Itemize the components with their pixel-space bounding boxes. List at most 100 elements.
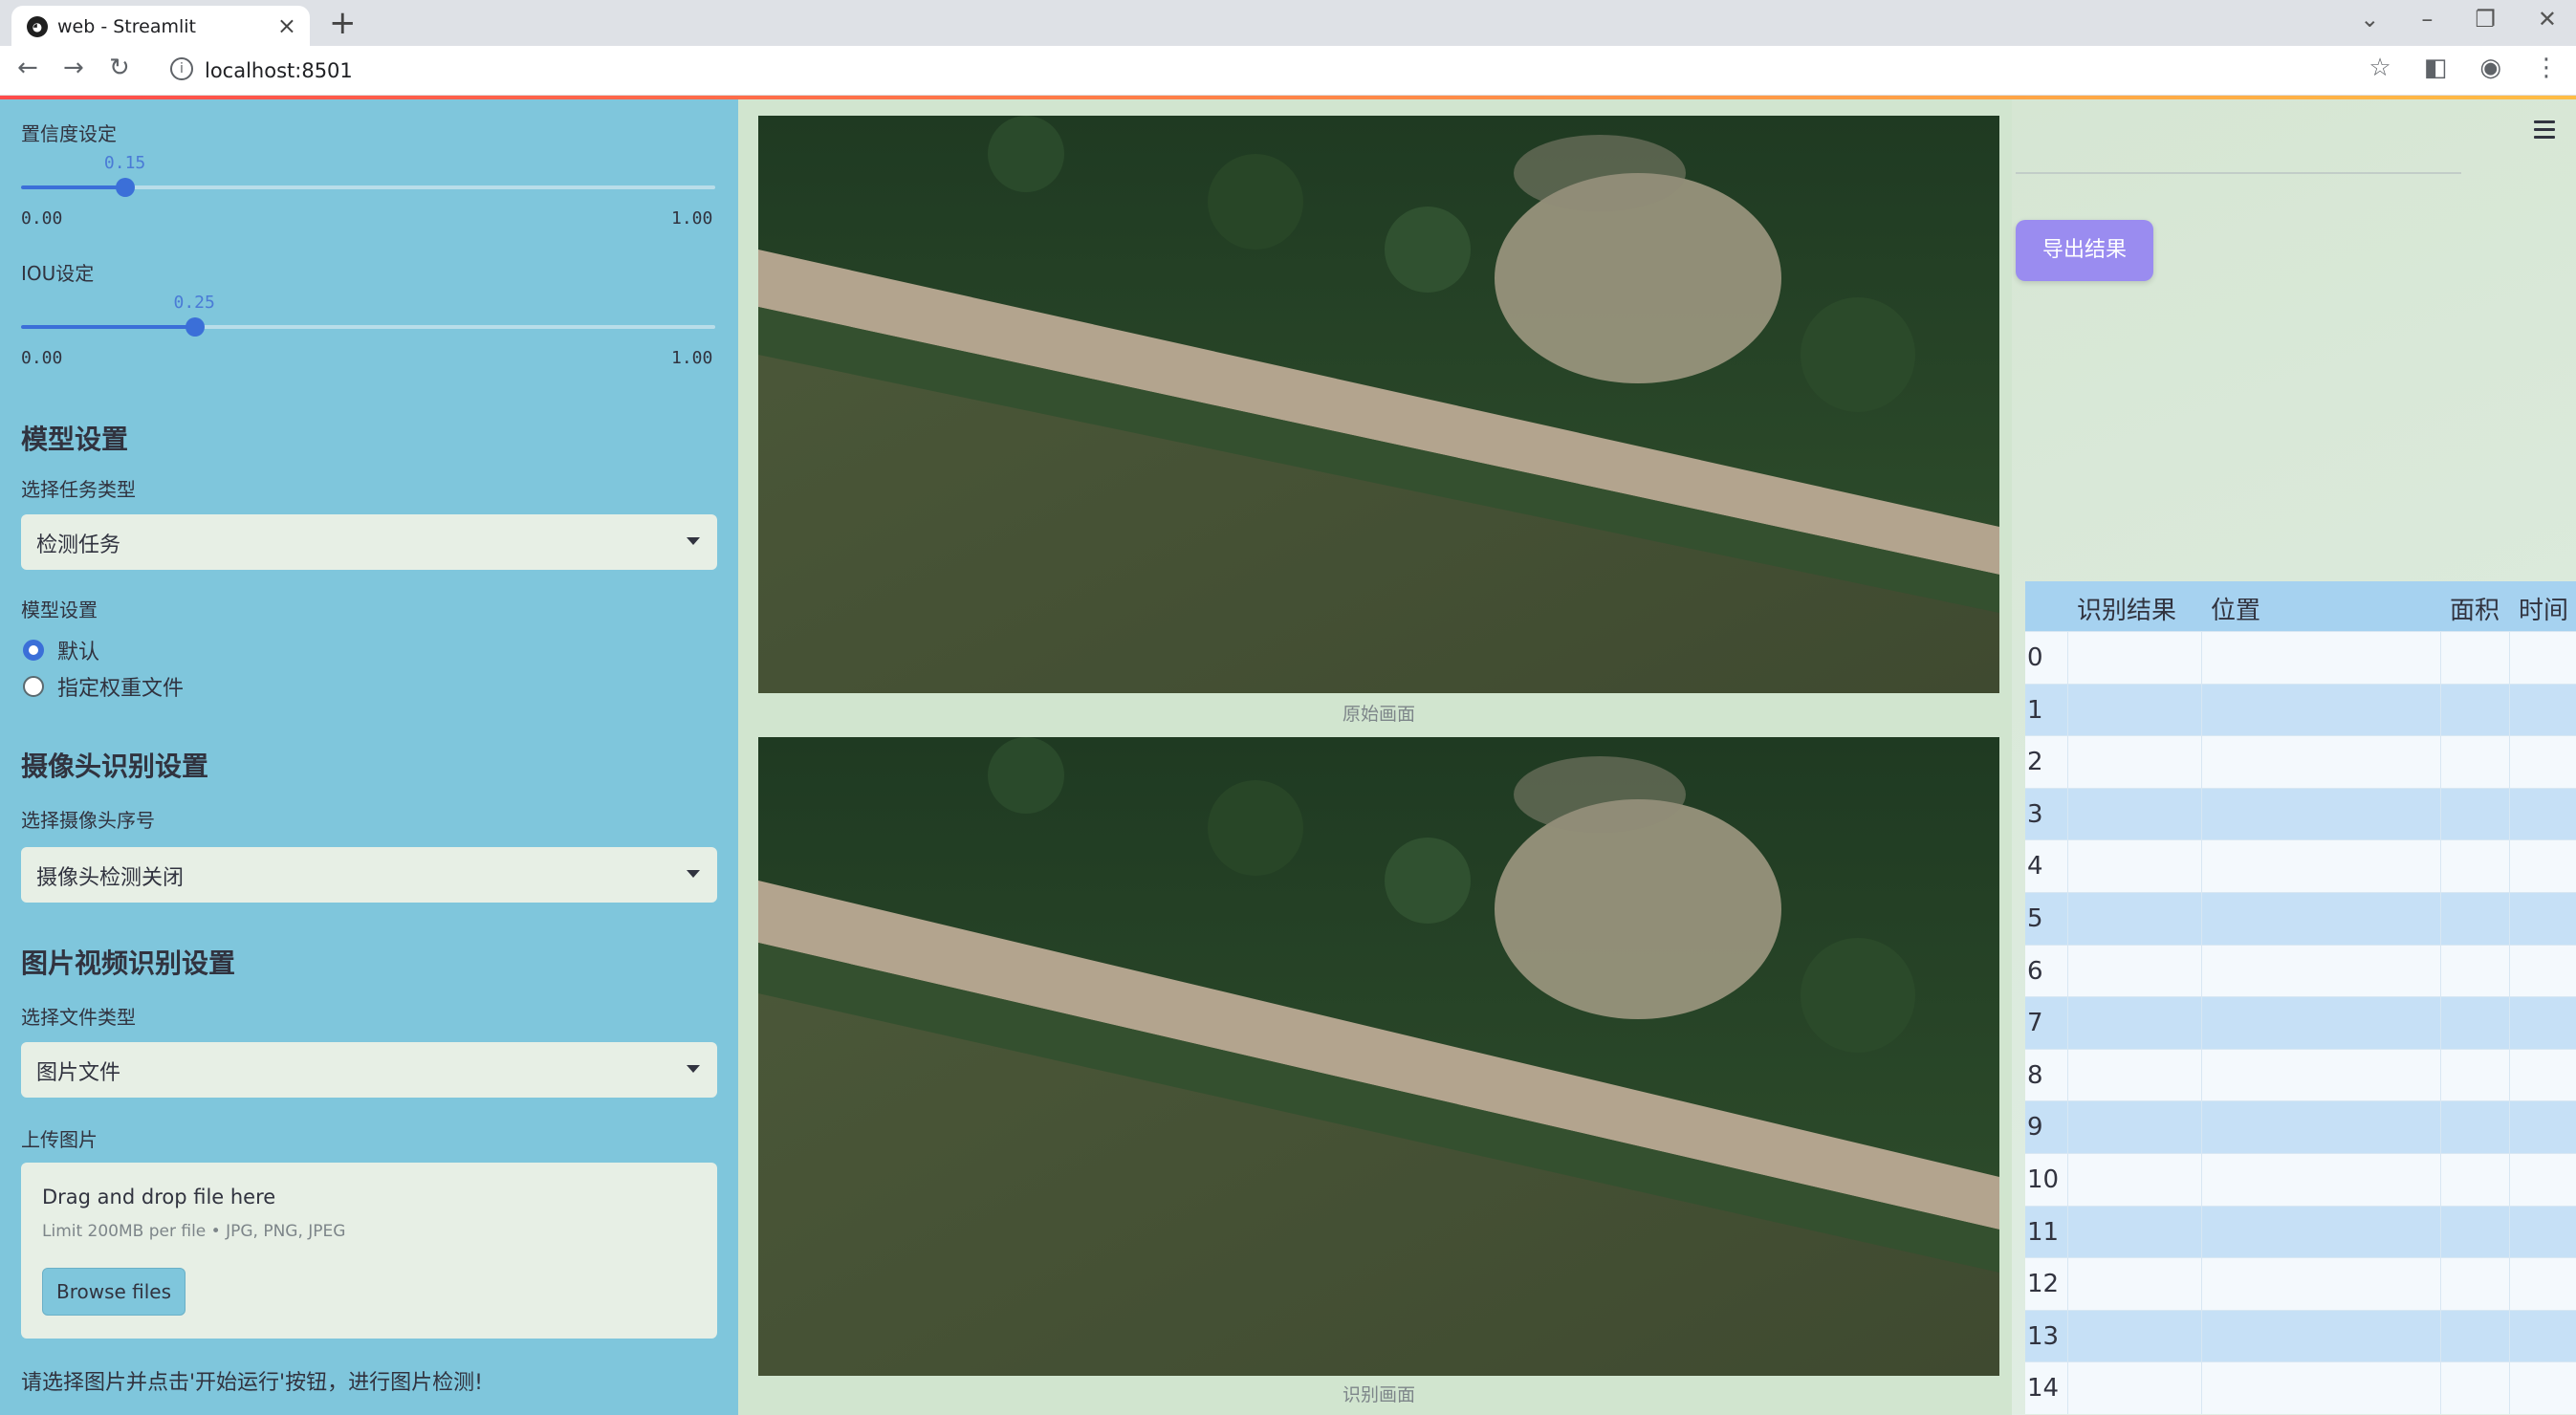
back-icon[interactable]: ← [17,54,38,82]
reload-icon[interactable]: ↻ [109,54,130,82]
radio-custom-weights[interactable]: 指定权重文件 [23,671,184,702]
column-divider [2509,1206,2510,1258]
column-divider [2440,840,2441,892]
column-divider [2509,1362,2510,1414]
minimize-icon[interactable]: – [2421,6,2433,33]
header-area[interactable]: 面积 [2450,591,2500,626]
column-divider [2509,1258,2510,1310]
table-row[interactable]: 12 [2025,1257,2576,1310]
column-divider [2509,1153,2510,1206]
iou-max: 1.00 [671,348,713,368]
header-result[interactable]: 识别结果 [2077,591,2176,626]
table-row[interactable]: 5 [2025,891,2576,945]
row-index: 7 [2027,1009,2043,1038]
restore-icon[interactable]: ❐ [2475,6,2496,33]
bookmark-star-icon[interactable]: ☆ [2369,54,2390,82]
window-controls: ⌄ – ❐ ✕ [2360,6,2557,33]
table-row[interactable]: 4 [2025,839,2576,892]
iou-min: 0.00 [21,348,63,368]
column-divider [2509,997,2510,1049]
task-type-label: 选择任务类型 [21,478,136,501]
confidence-value: 0.15 [103,153,146,173]
site-info-icon[interactable]: i [170,57,193,80]
table-row[interactable]: 10 [2025,1152,2576,1206]
camera-select[interactable]: 摄像头检测关闭 [21,847,717,903]
iou-slider[interactable] [21,317,715,337]
address-bar[interactable]: i localhost:8501 [159,52,2358,90]
column-divider [2201,684,2202,736]
browser-toolbar: ← → ↻ i localhost:8501 ☆ ◧ ◉ ⋮ [0,46,2576,96]
table-row[interactable]: 8 [2025,1048,2576,1101]
sidebar: 置信度设定 0.15 0.00 1.00 IOU设定 0.25 0.00 1.0… [0,99,738,1415]
radio-selected-icon[interactable] [23,640,44,661]
browser-menu-icon[interactable]: ⋮ [2534,54,2559,82]
confidence-slider[interactable] [21,178,715,197]
iou-slider-thumb[interactable] [185,317,205,337]
column-divider [2067,632,2068,684]
result-image [758,737,1999,1376]
chevron-down-icon [687,1065,700,1073]
column-divider [2067,1049,2068,1101]
column-divider [2440,1362,2441,1414]
browse-files-button[interactable]: Browse files [42,1268,186,1316]
table-row[interactable]: 3 [2025,787,2576,840]
close-tab-icon[interactable]: × [277,12,296,39]
original-image [758,116,1999,693]
table-row[interactable]: 6 [2025,944,2576,997]
confidence-slider-thumb[interactable] [115,178,135,197]
table-row[interactable]: 7 [2025,996,2576,1049]
column-divider [2440,1153,2441,1206]
main-menu-icon[interactable] [2534,120,2555,143]
column-divider [2067,840,2068,892]
column-divider [2067,1206,2068,1258]
row-index: 6 [2027,956,2043,986]
header-time[interactable]: 时间 [2519,591,2568,626]
new-tab-icon[interactable]: + [329,4,357,42]
browser-tab[interactable]: ◕ web - Streamlit × [11,6,310,46]
column-divider [2201,997,2202,1049]
export-results-button[interactable]: 导出结果 [2016,220,2153,281]
row-index: 11 [2027,1217,2060,1247]
column-divider [2067,1362,2068,1414]
side-panel-icon[interactable]: ◧ [2424,54,2448,82]
browser-tab-bar: ◕ web - Streamlit × + ⌄ – ❐ ✕ [0,0,2576,46]
column-divider [2201,1362,2202,1414]
original-caption: 原始画面 [1342,704,1415,725]
column-divider [2201,1258,2202,1310]
table-row[interactable]: 9 [2025,1100,2576,1153]
column-divider [2509,1101,2510,1153]
column-divider [2440,1206,2441,1258]
row-index: 13 [2027,1321,2060,1351]
column-divider [2440,997,2441,1049]
row-index: 8 [2027,1060,2043,1090]
close-window-icon[interactable]: ✕ [2538,6,2557,33]
toolbar-actions: ☆ ◧ ◉ ⋮ [2369,54,2559,82]
column-divider [2509,736,2510,788]
column-divider [2509,684,2510,736]
forward-icon[interactable]: → [63,54,84,82]
header-position[interactable]: 位置 [2211,591,2260,626]
column-divider [2509,945,2510,997]
table-row[interactable]: 13 [2025,1309,2576,1362]
column-divider [2201,892,2202,945]
column-divider [2201,945,2202,997]
tab-list-icon[interactable]: ⌄ [2360,6,2379,33]
file-type-select[interactable]: 图片文件 [21,1042,717,1098]
table-row[interactable]: 14 [2025,1361,2576,1414]
table-row[interactable]: 2 [2025,735,2576,788]
table-row[interactable]: 1 [2025,683,2576,736]
radio-default[interactable]: 默认 [23,635,99,665]
table-row[interactable]: 11 [2025,1205,2576,1258]
row-index: 0 [2027,643,2043,672]
task-type-select[interactable]: 检测任务 [21,514,717,570]
confidence-max: 1.00 [671,208,713,229]
file-uploader-dropzone[interactable]: Drag and drop file here Limit 200MB per … [21,1163,717,1339]
column-divider [2440,1310,2441,1362]
radio-unselected-icon[interactable] [23,676,44,697]
confidence-label: 置信度设定 [21,122,117,145]
profile-avatar-icon[interactable]: ◉ [2479,54,2501,82]
row-index: 9 [2027,1113,2043,1143]
results-table[interactable]: 识别结果 位置 面积 时间 0 1 2 3 4 5 6 7 8 9 10 11 12 13 14 [2025,581,2576,1414]
column-divider [2201,736,2202,788]
table-row[interactable]: 0 [2025,631,2576,684]
